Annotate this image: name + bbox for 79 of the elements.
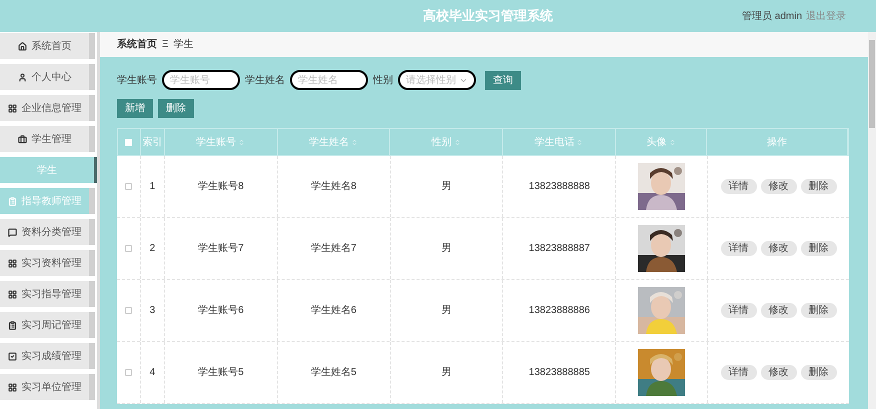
app-title: 高校毕业实习管理系统 [422,7,553,26]
sidebar-item[interactable]: 个人中心 [0,64,95,90]
detail-button[interactable]: 详情 [720,179,757,194]
grid-icon [8,258,16,268]
sort-icon[interactable] [238,138,246,146]
search-field[interactable]: 学生姓名 [290,70,368,90]
table-cell-text: 4 [150,366,156,380]
delete-button[interactable]: 删除 [800,303,837,318]
table-cell-text: 学生账号5 [198,366,244,380]
briefcase-icon [18,134,26,144]
home-icon [18,42,26,50]
edit-button[interactable]: 修改 [760,241,797,256]
sidebar-item[interactable]: 企业信息管理 [0,95,95,121]
sidebar-item[interactable]: 学生管理 [0,126,95,152]
sidebar-item[interactable]: 实习周记管理 [0,312,95,338]
sidebar-item[interactable]: 系统首页 [0,33,95,59]
detail-button[interactable]: 详情 [720,241,757,256]
table-cell-text: 13823888887 [528,242,590,256]
table-cell-text: 学生姓名6 [310,304,356,318]
table-cell-text: 13823888885 [528,366,590,380]
table-cell-text: 学生姓名8 [310,180,356,194]
sidebar-item[interactable]: 实习单位管理 [0,374,95,400]
breadcrumb-current: 学生 [174,38,194,52]
breadcrumb-home[interactable]: 系统首页 [117,37,157,52]
field-label: 学生账号 [117,74,157,88]
field-label: 性别 [373,74,393,88]
table-cell-text: 学生账号7 [198,242,244,256]
search-field[interactable]: 学生账号 [162,70,240,90]
breadcrumb-separator: Ξ [162,38,168,52]
search-button[interactable]: 查询 [485,70,521,90]
detail-button[interactable]: 详情 [720,365,757,380]
sort-icon[interactable] [350,138,358,146]
row-checkbox[interactable] [124,369,132,376]
sort-icon[interactable] [668,138,676,146]
table-cell-text: 男 [442,366,452,380]
table-cell-text: 2 [150,242,156,256]
table-cell-text: 男 [442,304,452,318]
delete-button[interactable]: 删除 [800,241,837,256]
user-label: 管理员 admin [742,10,802,24]
table-cell-text: 3 [150,304,156,318]
row-checkbox[interactable] [124,245,132,252]
clipboard-icon [8,196,16,206]
field-label: 学生姓名 [245,74,285,88]
table-cell-text: 13823888888 [528,180,590,194]
table-cell-text: 学生账号8 [198,180,244,194]
sort-icon[interactable] [454,138,461,146]
table-cell-text: 学生账号6 [198,304,244,318]
sidebar-item[interactable]: 实习资料管理 [0,250,95,276]
table-cell-text: 男 [442,180,452,194]
delete-button[interactable]: 删除 [800,365,837,380]
delete-button[interactable]: 删除 [800,179,837,194]
delete-button[interactable]: 删除 [158,99,194,118]
grid-icon [8,104,16,112]
sidebar-item[interactable]: 资料分类管理 [0,219,95,245]
detail-button[interactable]: 详情 [720,303,757,318]
table-cell-text: 学生姓名5 [310,366,356,380]
sidebar-item[interactable]: 实习成绩管理 [0,343,95,369]
add-button[interactable]: 新增 [117,99,153,118]
message-icon [8,228,16,236]
table-cell-text: 学生姓名7 [310,242,356,256]
row-checkbox[interactable] [124,183,132,190]
grid-icon [8,290,16,298]
table-cell-text: 1 [150,180,156,194]
edit-button[interactable]: 修改 [760,303,797,318]
scrollbar[interactable] [868,32,876,409]
table-cell-text: 13823888886 [528,304,590,318]
row-checkbox[interactable] [124,307,132,314]
check-square-icon [8,352,16,360]
grid-icon [8,382,16,392]
edit-button[interactable]: 修改 [760,365,797,380]
user-icon [18,72,26,82]
column-header: 索引 [142,136,162,150]
clipboard-icon [8,320,16,330]
column-header: 操作 [767,136,788,150]
sort-icon[interactable] [576,138,584,146]
select-all-checkbox[interactable] [125,138,132,146]
edit-button[interactable]: 修改 [760,179,797,194]
table-cell-text: 男 [442,242,452,256]
sidebar-item[interactable]: 实习指导管理 [0,281,95,307]
